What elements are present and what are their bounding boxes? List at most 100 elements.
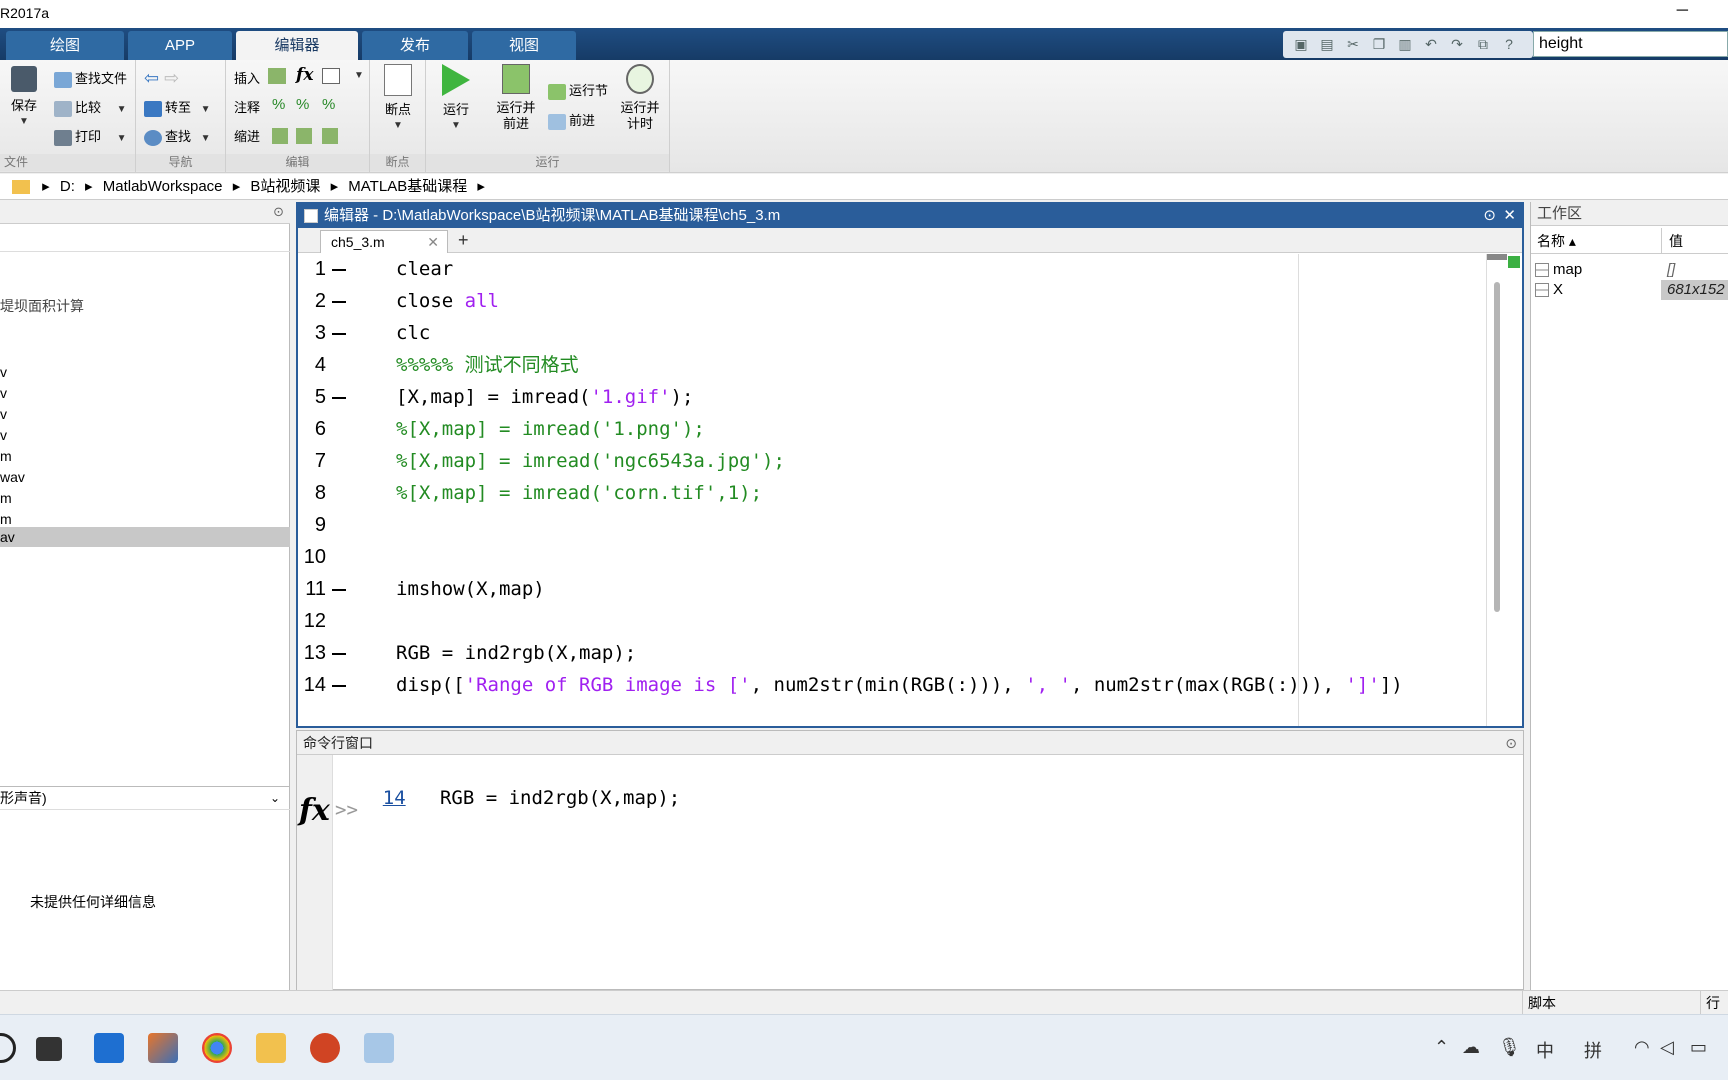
line-number[interactable]: 8 bbox=[300, 476, 326, 511]
cut-icon[interactable]: ✂ bbox=[1345, 36, 1361, 52]
redo-icon[interactable]: ↷ bbox=[1449, 36, 1465, 52]
compare-button[interactable]: 比较 ▼ bbox=[54, 97, 127, 117]
search-circle-icon[interactable] bbox=[0, 1033, 16, 1063]
code-text[interactable]: clc bbox=[396, 316, 430, 351]
executable-line-marker[interactable] bbox=[332, 685, 346, 687]
run-and-time-button[interactable]: 运行并 计时 bbox=[618, 64, 662, 132]
code-text[interactable]: disp(['Range of RGB image is [', num2str… bbox=[396, 668, 1403, 703]
line-number[interactable]: 3 bbox=[300, 316, 326, 351]
code-line[interactable]: 14 disp(['Range of RGB image is [', num2s… bbox=[298, 668, 1490, 703]
undo-icon[interactable]: ↶ bbox=[1423, 36, 1439, 52]
file-explorer-icon[interactable] bbox=[256, 1033, 286, 1063]
insert-section-icon[interactable] bbox=[268, 68, 286, 84]
help-icon[interactable]: ? bbox=[1501, 36, 1517, 52]
onedrive-cloud-icon[interactable]: ☁ bbox=[1462, 1037, 1480, 1058]
line-number[interactable]: 13 bbox=[300, 636, 326, 671]
insert-table-icon[interactable] bbox=[322, 68, 340, 84]
comment-button[interactable]: 注释 bbox=[234, 97, 260, 116]
code-line[interactable]: 9 bbox=[298, 508, 1490, 543]
panel-menu-icon[interactable]: ⊙ bbox=[273, 204, 284, 220]
breadcrumb-item[interactable]: MATLAB基础课程 bbox=[348, 178, 467, 195]
line-number[interactable]: 11 bbox=[300, 572, 326, 607]
code-area[interactable]: 1 clear 2 close all 3 clc 4 %%%%% 测试不同格式 5 [X,map… bbox=[298, 254, 1490, 726]
uncomment-icon[interactable]: % bbox=[296, 96, 309, 113]
code-text[interactable]: imshow(X,map) bbox=[396, 572, 545, 607]
editor-menu-icon[interactable]: ⊙ bbox=[1483, 204, 1496, 228]
executable-line-marker[interactable] bbox=[332, 589, 346, 591]
tab-close-icon[interactable]: ✕ bbox=[427, 231, 439, 253]
line-number[interactable]: 2 bbox=[300, 284, 326, 319]
executable-line-marker[interactable] bbox=[332, 397, 346, 399]
indent-button[interactable]: 缩进 bbox=[234, 126, 260, 145]
code-line[interactable]: 1 clear bbox=[298, 254, 1490, 287]
file-item-selected[interactable]: av bbox=[0, 527, 15, 547]
widgets-icon[interactable] bbox=[94, 1033, 124, 1063]
tab-publish[interactable]: 发布 bbox=[362, 31, 468, 60]
print-button[interactable]: 打印 ▼ bbox=[54, 126, 127, 146]
forward-arrow-icon[interactable]: ⇨ bbox=[164, 68, 179, 88]
live-app-icon[interactable] bbox=[364, 1033, 394, 1063]
search-documentation-input[interactable]: height bbox=[1533, 31, 1728, 57]
copy-icon[interactable]: ❐ bbox=[1371, 36, 1387, 52]
code-line[interactable]: 12 bbox=[298, 604, 1490, 639]
ime-chinese-indicator[interactable]: 中 bbox=[1536, 1037, 1554, 1063]
name-column-header[interactable]: 名称 ▴ bbox=[1537, 228, 1576, 254]
run-section-button[interactable]: 运行节 bbox=[548, 80, 608, 100]
battery-icon[interactable]: ▭ bbox=[1690, 1037, 1707, 1058]
code-line[interactable]: 13 RGB = ind2rgb(X,map); bbox=[298, 636, 1490, 671]
volume-icon[interactable]: ◁ bbox=[1660, 1037, 1674, 1058]
code-line[interactable]: 3 clc bbox=[298, 316, 1490, 351]
code-line[interactable]: 8 %[X,map] = imread('corn.tif',1); bbox=[298, 476, 1490, 511]
code-line[interactable]: 2 close all bbox=[298, 284, 1490, 319]
panel-menu-icon[interactable]: ⊙ bbox=[1505, 731, 1517, 755]
code-text[interactable]: %[X,map] = imread('corn.tif',1); bbox=[396, 476, 762, 511]
code-text[interactable]: %[X,map] = imread('1.png'); bbox=[396, 412, 705, 447]
task-view-icon[interactable] bbox=[36, 1037, 62, 1061]
line-number[interactable]: 10 bbox=[300, 540, 326, 575]
tab-view[interactable]: 视图 bbox=[472, 31, 576, 60]
tab-plots[interactable]: 绘图 bbox=[6, 31, 124, 60]
chevron-down-icon[interactable]: ▼ bbox=[354, 70, 364, 81]
file-item[interactable]: m bbox=[0, 446, 12, 466]
chrome-icon[interactable] bbox=[202, 1033, 232, 1063]
chevron-up-icon[interactable]: ⌃ bbox=[1434, 1037, 1449, 1058]
value-column-header[interactable]: 值 bbox=[1669, 228, 1683, 254]
line-number[interactable]: 7 bbox=[300, 444, 326, 479]
tab-ch5-3[interactable]: ch5_3.m ✕ bbox=[320, 230, 448, 253]
tab-apps[interactable]: APP bbox=[128, 31, 232, 60]
comment-percent-icon[interactable]: % bbox=[272, 96, 285, 113]
paste-icon[interactable]: ▥ bbox=[1397, 36, 1413, 52]
minimize-button[interactable]: ─ bbox=[1677, 2, 1688, 20]
code-text[interactable]: [X,map] = imread('1.gif'); bbox=[396, 380, 693, 415]
line-number[interactable]: 5 bbox=[300, 380, 326, 415]
breadcrumb-drive[interactable]: D: bbox=[60, 178, 75, 195]
smart-indent-icon[interactable] bbox=[272, 128, 288, 144]
file-item[interactable]: wav bbox=[0, 467, 25, 487]
insert-button[interactable]: 插入 bbox=[234, 68, 260, 87]
executable-line-marker[interactable] bbox=[332, 301, 346, 303]
file-item[interactable]: m bbox=[0, 509, 12, 529]
goto-button[interactable]: 转至 ▼ bbox=[144, 97, 211, 117]
editor-scrollbar[interactable] bbox=[1486, 254, 1507, 726]
wrap-comment-icon[interactable]: % bbox=[322, 96, 335, 113]
executable-line-marker[interactable] bbox=[332, 269, 346, 271]
switch-windows-icon[interactable]: ⧉ bbox=[1475, 36, 1491, 52]
code-text[interactable]: %[X,map] = imread('ngc6543a.jpg'); bbox=[396, 444, 785, 479]
back-arrow-icon[interactable]: ⇦ bbox=[144, 68, 159, 88]
code-text[interactable]: RGB = ind2rgb(X,map); bbox=[396, 636, 636, 671]
ime-pinyin-indicator[interactable]: 拼 bbox=[1584, 1037, 1602, 1063]
file-item[interactable]: v bbox=[0, 404, 7, 424]
find-button[interactable]: 查找 ▼ bbox=[144, 126, 211, 146]
file-item[interactable]: 堤坝面积计算 bbox=[0, 296, 84, 316]
run-button[interactable]: 运行 ▼ bbox=[436, 64, 476, 134]
decrease-indent-icon[interactable] bbox=[322, 128, 338, 144]
advance-button[interactable]: 前进 bbox=[548, 110, 595, 130]
function-browser-icon[interactable]: fx bbox=[299, 793, 330, 828]
code-text[interactable]: %%%%% 测试不同格式 bbox=[396, 348, 579, 383]
breadcrumb-item[interactable]: B站视频课 bbox=[250, 178, 320, 195]
back-forward-buttons[interactable]: ⇦ ⇨ bbox=[144, 68, 179, 89]
file-item[interactable]: v bbox=[0, 362, 7, 382]
insert-function-icon[interactable]: fx bbox=[296, 65, 313, 85]
increase-indent-icon[interactable] bbox=[296, 128, 312, 144]
workspace-variable-row[interactable]: map [] bbox=[1531, 260, 1728, 280]
